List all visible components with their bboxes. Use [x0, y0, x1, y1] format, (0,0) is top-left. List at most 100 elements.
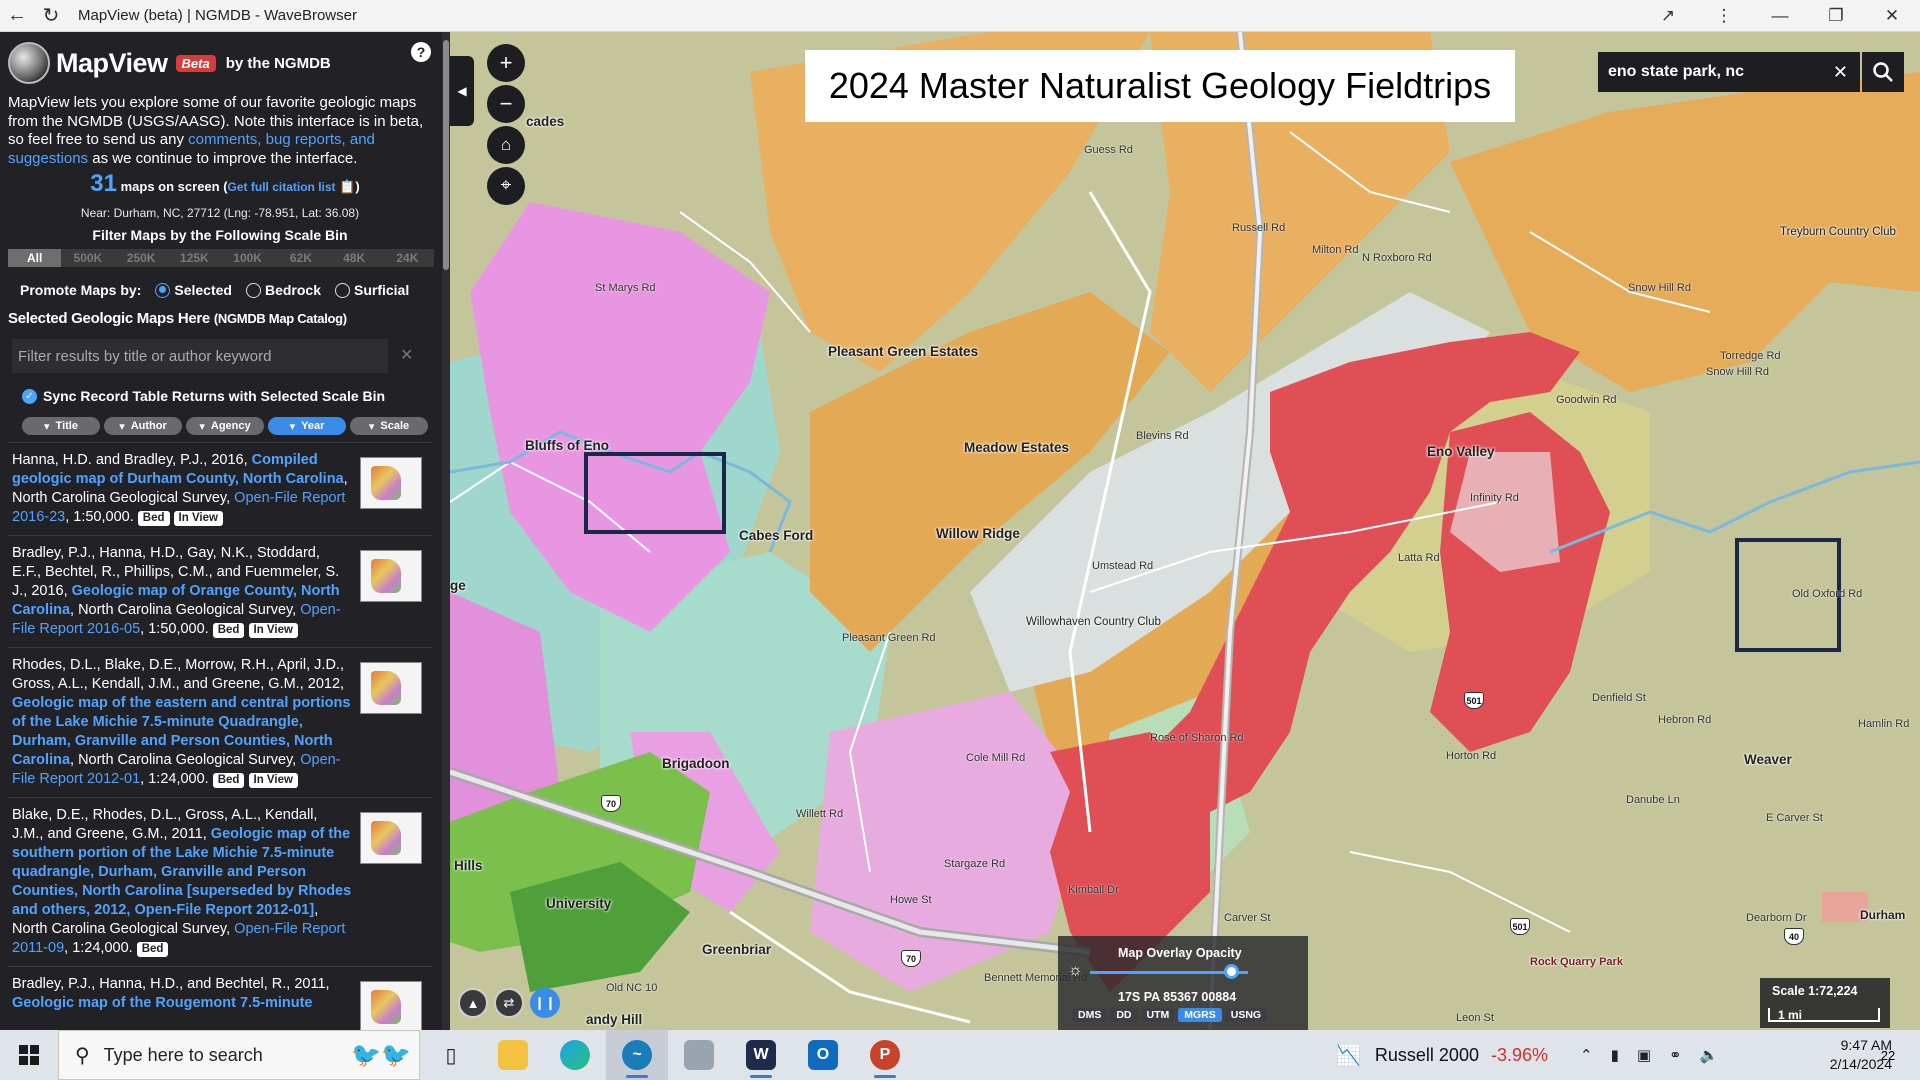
- map-thumbnail[interactable]: [360, 812, 422, 864]
- scale-bin-500k[interactable]: 500K: [61, 249, 114, 267]
- sort-title-button[interactable]: ▾ Title: [22, 417, 100, 435]
- stock-ticker[interactable]: 📉 Russell 2000 -3.96%: [1336, 1030, 1548, 1080]
- sort-label: Scale: [380, 420, 410, 432]
- sync-checkbox-row[interactable]: ✓ Sync Record Table Returns with Selecte…: [22, 388, 385, 404]
- coord-format-mgrs[interactable]: MGRS: [1178, 1008, 1222, 1022]
- search-input[interactable]: eno state park, nc: [1608, 63, 1744, 81]
- file-explorer-icon[interactable]: [482, 1030, 544, 1080]
- refresh-icon[interactable]: ↻: [34, 0, 68, 32]
- more-menu-icon[interactable]: ⋮: [1696, 0, 1752, 32]
- taskbar-search[interactable]: ⚲ Type here to search 🐦🐦: [58, 1030, 420, 1080]
- coord-format-dd[interactable]: DD: [1110, 1008, 1138, 1022]
- result-item[interactable]: Hanna, H.D. and Bradley, P.J., 2016, Com…: [8, 442, 432, 535]
- clipboard-icon[interactable]: 📋: [339, 179, 355, 194]
- place-label: Rock Quarry Park: [1530, 956, 1623, 968]
- sort-agency-button[interactable]: ▾ Agency: [186, 417, 264, 435]
- result-item[interactable]: Blake, D.E., Rhodes, D.L., Gross, A.L., …: [8, 797, 432, 966]
- selected-heading-sub[interactable]: (NGMDB Map Catalog): [214, 311, 347, 326]
- location-search[interactable]: eno state park, nc ✕: [1598, 52, 1860, 92]
- highway-shield: 40: [1784, 928, 1804, 945]
- help-icon[interactable]: ?: [411, 42, 431, 62]
- road-label: Rose of Sharon Rd: [1150, 732, 1244, 744]
- bedrock-tag: Bed: [212, 623, 245, 638]
- radio-bedrock[interactable]: [245, 282, 261, 298]
- promote-label: Promote Maps by:: [20, 282, 142, 298]
- zoom-out-button[interactable]: −: [487, 85, 525, 123]
- minimize-icon[interactable]: —: [1752, 0, 1808, 32]
- scale-bin-24k[interactable]: 24K: [381, 249, 434, 267]
- coord-format-usng[interactable]: USNG: [1224, 1008, 1268, 1022]
- sort-scale-button[interactable]: ▾ Scale: [350, 417, 428, 435]
- webex-icon[interactable]: W: [730, 1030, 792, 1080]
- battery-icon[interactable]: ▮: [1611, 1046, 1619, 1064]
- volume-icon[interactable]: 🔈: [1700, 1046, 1719, 1064]
- result-item[interactable]: Bradley, P.J., Hanna, H.D., and Bechtel,…: [8, 966, 432, 1030]
- thumbnail-preview: [371, 821, 401, 855]
- search-button[interactable]: [1862, 52, 1904, 92]
- close-window-icon[interactable]: ✕: [1864, 0, 1920, 32]
- map-thumbnail[interactable]: [360, 981, 422, 1030]
- outlook-icon[interactable]: O: [792, 1030, 854, 1080]
- filter-results-input[interactable]: Filter results by title or author keywor…: [12, 339, 388, 373]
- start-button[interactable]: [0, 1030, 58, 1080]
- terrain-icon[interactable]: ▲: [458, 988, 488, 1018]
- sort-label: Year: [301, 420, 325, 432]
- radio-selected[interactable]: [155, 282, 171, 298]
- generic-app-icon[interactable]: [668, 1030, 730, 1080]
- stock-down-icon: 📉: [1336, 1044, 1361, 1067]
- sort-author-button[interactable]: ▾ Author: [104, 417, 182, 435]
- back-arrow-icon[interactable]: ←: [0, 0, 34, 32]
- scale-bin-100k[interactable]: 100K: [221, 249, 274, 267]
- open-external-icon[interactable]: ↗: [1640, 0, 1696, 32]
- home-icon[interactable]: ⌂: [487, 126, 525, 164]
- powerpoint-icon[interactable]: P: [854, 1030, 916, 1080]
- sort-year-button[interactable]: ▾ Year: [268, 417, 346, 435]
- road-label: Dearborn Dr: [1746, 912, 1807, 924]
- maps-count-number: 31: [90, 170, 117, 197]
- map-thumbnail[interactable]: [360, 457, 422, 509]
- map-tools: ▲ ⇄ ❙❙: [458, 988, 560, 1018]
- notifications-icon[interactable]: 22: [1868, 1040, 1908, 1070]
- highway-shield: 70: [601, 795, 621, 812]
- citation-list-link[interactable]: Get full citation list: [228, 180, 336, 194]
- thumbnail-preview: [371, 671, 401, 705]
- map-thumbnail[interactable]: [360, 662, 422, 714]
- coord-format-utm[interactable]: UTM: [1140, 1008, 1176, 1022]
- result-title-link[interactable]: Geologic map of the Rougemont 7.5-minute: [12, 995, 313, 1011]
- road-label: Horton Rd: [1446, 750, 1497, 762]
- columns-icon[interactable]: ❙❙: [530, 988, 560, 1018]
- road-label: Willett Rd: [796, 808, 844, 820]
- sync-check-icon[interactable]: ✓: [22, 388, 37, 404]
- coord-format-dms[interactable]: DMS: [1072, 1008, 1108, 1022]
- zoom-in-button[interactable]: +: [487, 44, 525, 82]
- clear-filter-icon[interactable]: ✕: [400, 345, 413, 365]
- scale-bin-62k[interactable]: 62K: [274, 249, 327, 267]
- brand: MapView Beta by the NGMDB: [8, 42, 331, 84]
- scrollbar-thumb[interactable]: [443, 40, 449, 270]
- opacity-slider-knob[interactable]: [1224, 964, 1240, 979]
- clear-search-icon[interactable]: ✕: [1833, 62, 1848, 83]
- promote-option-bedrock: Bedrock: [264, 282, 321, 298]
- result-item[interactable]: Bradley, P.J., Hanna, H.D., Gay, N.K., S…: [8, 535, 432, 647]
- chevron-up-icon[interactable]: ⌃: [1580, 1046, 1593, 1064]
- radio-surficial[interactable]: [334, 282, 350, 298]
- map-thumbnail[interactable]: [360, 550, 422, 602]
- map-view[interactable]: ◀ + − ⌂ ⌖ 2024 Master Naturalist Geology…: [450, 32, 1920, 1030]
- beta-badge: Beta: [175, 54, 216, 72]
- layers-swap-icon[interactable]: ⇄: [494, 988, 524, 1018]
- maximize-icon[interactable]: ❐: [1808, 0, 1864, 32]
- display-icon[interactable]: ▣: [1637, 1046, 1651, 1064]
- wifi-icon[interactable]: ⚭: [1669, 1046, 1682, 1064]
- bedrock-tag: Bed: [212, 773, 245, 788]
- scale-bin-250k[interactable]: 250K: [115, 249, 168, 267]
- result-item[interactable]: Rhodes, D.L., Blake, D.E., Morrow, R.H.,…: [8, 647, 432, 797]
- task-view-icon[interactable]: ▯: [420, 1030, 482, 1080]
- collapse-sidebar-tab[interactable]: ◀: [450, 56, 474, 126]
- locate-icon[interactable]: ⌖: [487, 167, 525, 205]
- scale-bin-125k[interactable]: 125K: [168, 249, 221, 267]
- scale-bin-48k[interactable]: 48K: [328, 249, 381, 267]
- place-label: Bluffs of Eno: [525, 438, 609, 453]
- wavebrowser-icon[interactable]: ~: [606, 1030, 668, 1080]
- edge-browser-icon[interactable]: [544, 1030, 606, 1080]
- scale-bin-all[interactable]: All: [8, 249, 62, 267]
